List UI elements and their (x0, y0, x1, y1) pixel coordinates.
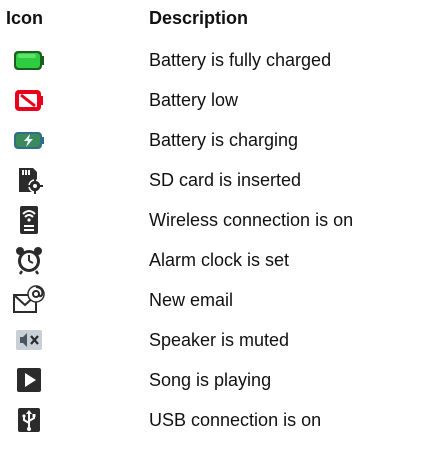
description-text: Battery low (149, 90, 239, 110)
description-text: Battery is fully charged (149, 50, 332, 70)
table-row: SD card is inserted (0, 160, 421, 200)
table-row: Battery is fully charged (0, 40, 421, 80)
table-row: Battery is charging (0, 120, 421, 160)
description-text: SD card is inserted (149, 170, 302, 190)
speaker-muted-icon (13, 324, 45, 356)
table-row: Song is playing (0, 360, 421, 400)
battery-full-icon (13, 44, 45, 76)
alarm-clock-icon (13, 244, 45, 276)
table-header: Icon Description (0, 0, 421, 36)
table-row: Battery low (0, 80, 421, 120)
usb-icon (13, 404, 45, 436)
table-row: USB connection is on (0, 400, 421, 440)
description-text: Wireless connection is on (149, 210, 354, 230)
description-text: New email (149, 290, 234, 310)
description-text: Speaker is muted (149, 330, 290, 350)
new-email-icon (13, 284, 45, 316)
description-text: Battery is charging (149, 130, 299, 150)
description-text: Alarm clock is set (149, 250, 290, 270)
wireless-icon (13, 204, 45, 236)
icon-column-header: Icon (6, 8, 44, 28)
description-column-header: Description (149, 8, 249, 28)
description-text: Song is playing (149, 370, 272, 390)
battery-low-icon (13, 84, 45, 116)
description-text: USB connection is on (149, 410, 322, 430)
table-row: New email (0, 280, 421, 320)
sd-card-icon (13, 164, 45, 196)
play-icon (13, 364, 45, 396)
table-row: Alarm clock is set (0, 240, 421, 280)
table-row: Speaker is muted (0, 320, 421, 360)
battery-charging-icon (13, 124, 45, 156)
table-row: Wireless connection is on (0, 200, 421, 240)
